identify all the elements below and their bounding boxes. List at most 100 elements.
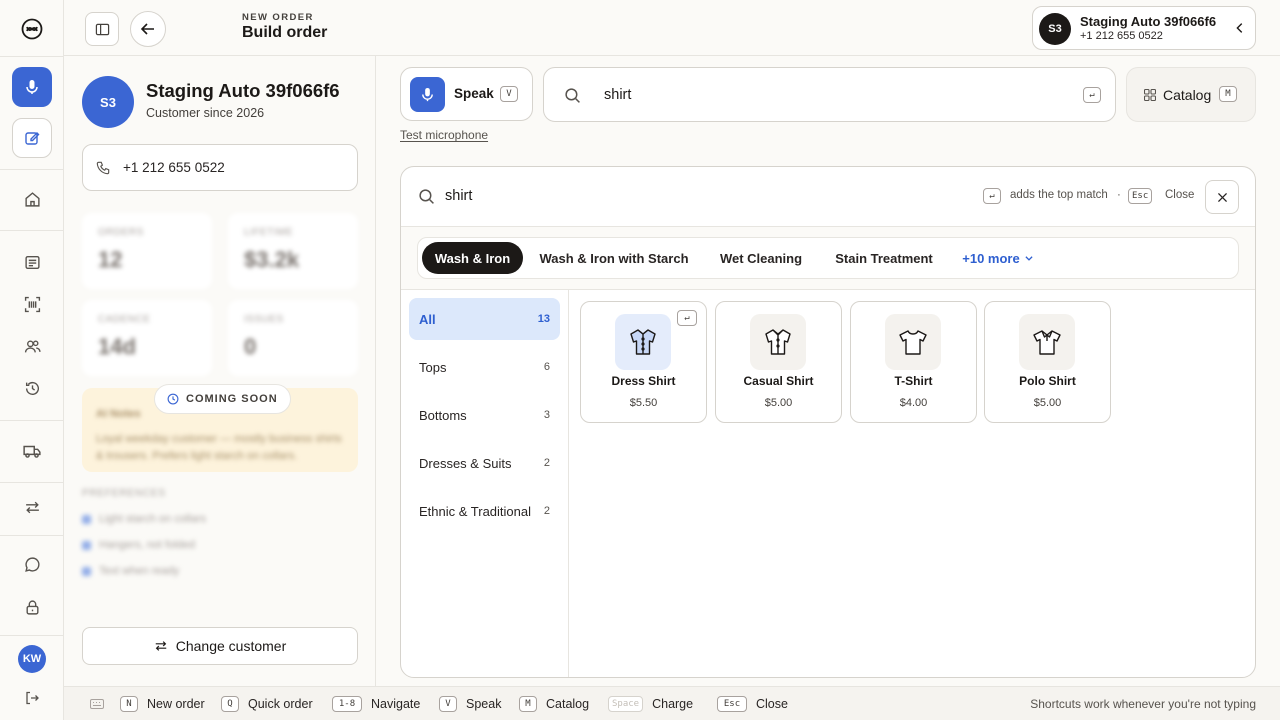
- close-results-button[interactable]: [1205, 180, 1239, 214]
- customer-pill-name: Staging Auto 39f066f6: [1080, 14, 1217, 29]
- shortcut-key: V: [439, 696, 457, 712]
- rail-lock-button[interactable]: [12, 587, 52, 627]
- tab-stain-treatment[interactable]: Stain Treatment: [821, 242, 947, 274]
- more-services-button[interactable]: +10 more: [955, 242, 1041, 274]
- tab-wet-cleaning[interactable]: Wet Cleaning: [706, 242, 816, 274]
- shortcut-key: 1-8: [332, 696, 362, 712]
- category-count: 2: [543, 505, 550, 517]
- truck-icon: [23, 445, 41, 458]
- users-icon: [24, 339, 41, 352]
- tab-wash-iron-starch[interactable]: Wash & Iron with Starch: [528, 242, 700, 274]
- preference-text: Hangers, not folded: [99, 539, 196, 551]
- rail-history-button[interactable]: [12, 368, 52, 408]
- results-query[interactable]: shirt: [445, 188, 472, 204]
- enter-key: ↵: [677, 310, 697, 326]
- rail-new-order-button[interactable]: [12, 118, 52, 158]
- ai-notes-text: Loyal weekday customer — mostly business…: [96, 433, 342, 462]
- user-avatar[interactable]: KW: [18, 645, 46, 673]
- item-price: $4.00: [899, 397, 928, 409]
- customer-pill[interactable]: S3 Staging Auto 39f066f6 +1 212 655 0522: [1032, 6, 1256, 50]
- shortcut-charge: Space Charge: [608, 696, 693, 712]
- tab-wash-iron[interactable]: Wash & Iron: [422, 242, 523, 274]
- close-hint: Close: [1165, 189, 1195, 201]
- catalog-button[interactable]: Catalog M: [1126, 67, 1256, 122]
- rail-delivery-button[interactable]: [12, 431, 52, 471]
- clock-icon: [167, 393, 179, 405]
- rail-logout-button[interactable]: [12, 678, 52, 718]
- stat-label: ISSUES: [244, 314, 284, 325]
- speak-button[interactable]: Speak V: [400, 67, 533, 121]
- stat-card: ORDERS 12: [82, 213, 212, 289]
- preference-item: Text when ready: [82, 565, 358, 577]
- category-label: Ethnic & Traditional: [419, 503, 532, 519]
- item-card-tshirt[interactable]: T-Shirt $4.00: [850, 301, 977, 423]
- enter-hint: adds the top match: [1010, 189, 1108, 201]
- item-card-dress-shirt[interactable]: ↵ Dress Shirt $5.50: [580, 301, 707, 423]
- ai-notes-card: AI Notes Loyal weekday customer — mostly…: [82, 384, 358, 472]
- shortcut-quick-order: Q Quick order: [221, 696, 313, 712]
- catalog-label: Catalog: [1163, 87, 1212, 103]
- category-label: Tops: [419, 359, 447, 375]
- preference-item: Hangers, not folded: [82, 539, 358, 551]
- shortcut-speak: V Speak: [439, 696, 501, 712]
- back-button[interactable]: [130, 11, 166, 47]
- item-name: Polo Shirt: [1019, 374, 1076, 388]
- enter-key: ↵: [983, 188, 1001, 204]
- shortcut-close: Esc Close: [717, 696, 788, 712]
- item-search-field[interactable]: shirt ↵: [543, 67, 1116, 122]
- shortcut-key: N: [120, 696, 138, 712]
- stat-value: 12: [98, 247, 123, 272]
- swap-icon: [25, 501, 39, 513]
- rail-scan-button[interactable]: [12, 284, 52, 324]
- preference-item: Light starch on collars: [82, 513, 358, 525]
- customer-phone-field[interactable]: +1 212 655 0522: [82, 144, 358, 191]
- preferences-section: PREFERENCES Light starch on collars Hang…: [82, 484, 358, 624]
- service-tabs-row: Wash & Iron Wash & Iron with Starch Wet …: [401, 227, 1255, 290]
- stat-value: 14d: [98, 334, 136, 359]
- speak-label: Speak: [454, 86, 494, 101]
- check-icon: [82, 514, 91, 524]
- shortcut-label: New order: [147, 697, 205, 711]
- toggle-sidebar-button[interactable]: [85, 12, 119, 46]
- rail-customers-button[interactable]: [12, 326, 52, 366]
- esc-key: Esc: [1128, 188, 1153, 204]
- item-card-polo-shirt[interactable]: Polo Shirt $5.00: [984, 301, 1111, 423]
- arrow-left-icon: [140, 23, 154, 35]
- rail-mic-button[interactable]: [12, 67, 52, 107]
- stat-value: $3.2k: [244, 247, 300, 272]
- logo-icon: [21, 18, 43, 40]
- top-bar: NEW ORDER Build order S3 Staging Auto 39…: [64, 0, 1280, 56]
- shortcuts-note: Shortcuts work whenever you're not typin…: [1030, 697, 1256, 711]
- shortcut-label: Catalog: [546, 697, 590, 711]
- test-microphone-link[interactable]: Test microphone: [400, 128, 488, 142]
- category-tops[interactable]: Tops 6: [409, 346, 560, 388]
- rail-orders-button[interactable]: [12, 242, 52, 282]
- rail-messages-button[interactable]: [12, 544, 52, 584]
- stat-card: CADENCE 14d: [82, 300, 212, 376]
- shortcut-key: M: [519, 696, 537, 712]
- chevron-left-icon[interactable]: [1233, 21, 1247, 35]
- rail-transfer-button[interactable]: [12, 487, 52, 527]
- check-icon: [82, 566, 91, 576]
- category-bottoms[interactable]: Bottoms 3: [409, 394, 560, 436]
- service-tabs: Wash & Iron Wash & Iron with Starch Wet …: [417, 237, 1239, 279]
- edit-icon: [25, 132, 40, 145]
- category-label: All: [419, 311, 436, 327]
- category-all[interactable]: All 13: [409, 298, 560, 340]
- customer-avatar: S3: [82, 76, 134, 128]
- chat-icon: [24, 556, 40, 572]
- chevron-down-icon: [1025, 256, 1033, 261]
- item-price: $5.50: [629, 397, 658, 409]
- shortcut-key: Space: [608, 696, 644, 712]
- shortcut-label: Close: [756, 697, 788, 711]
- category-dresses-suits[interactable]: Dresses & Suits 2: [409, 442, 560, 484]
- search-input[interactable]: shirt: [604, 87, 631, 103]
- item-card-casual-shirt[interactable]: Casual Shirt $5.00: [715, 301, 842, 423]
- polo-shirt-icon: [1019, 314, 1075, 370]
- category-ethnic-traditional[interactable]: Ethnic & Traditional 2: [409, 490, 560, 532]
- change-customer-button[interactable]: Change customer: [82, 627, 358, 665]
- item-name: Dress Shirt: [611, 374, 676, 388]
- shortcut-catalog: M Catalog: [519, 696, 589, 712]
- rail-home-button[interactable]: [12, 179, 52, 219]
- check-icon: [82, 540, 91, 550]
